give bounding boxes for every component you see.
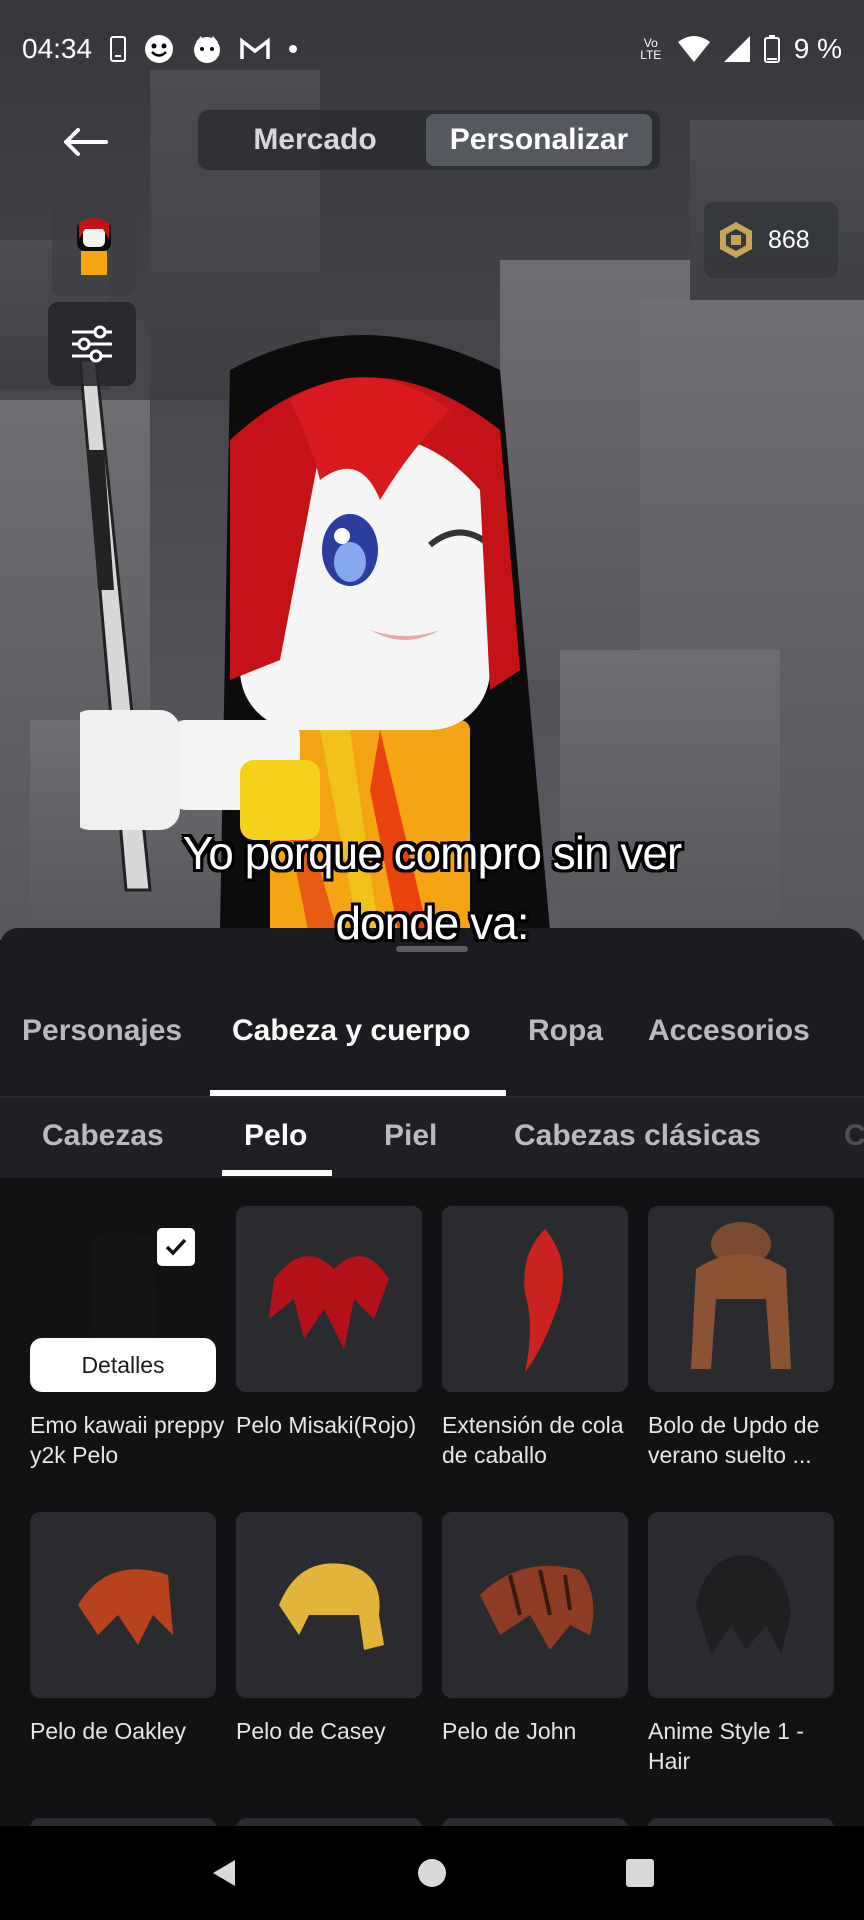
- tab-cabeza-y-cuerpo[interactable]: Cabeza y cuerpo: [232, 1014, 470, 1048]
- filter-button[interactable]: [48, 302, 136, 386]
- item-card[interactable]: [30, 1512, 216, 1698]
- system-nav-bar: [0, 1826, 864, 1920]
- sliders-icon: [72, 325, 112, 363]
- tab-accesorios[interactable]: Accesorios: [648, 1014, 810, 1048]
- hair-thumbnail: [691, 1222, 791, 1369]
- subtab-cabezas[interactable]: Cabezas: [42, 1119, 164, 1153]
- wifi-icon: [677, 36, 710, 62]
- hair-thumbnail: [279, 1563, 384, 1650]
- hair-thumbnail: [480, 1565, 594, 1650]
- avatar-thumbnail[interactable]: [52, 200, 136, 296]
- item-card[interactable]: [236, 1512, 422, 1698]
- hair-thumbnail: [269, 1256, 389, 1349]
- dot-icon: [288, 44, 298, 54]
- recents-square-icon[interactable]: [623, 1856, 657, 1890]
- avatar-thumbnail-icon: [77, 218, 111, 275]
- hair-thumbnail: [524, 1229, 563, 1372]
- gmail-icon: [240, 37, 270, 61]
- item-name: Emo kawaii preppy y2k Pelo: [30, 1412, 225, 1468]
- selected-checkbox[interactable]: [157, 1228, 195, 1266]
- subtab-piel[interactable]: Piel: [384, 1119, 437, 1153]
- item-card[interactable]: [442, 1206, 628, 1392]
- item-name: Pelo de Casey: [236, 1718, 386, 1744]
- details-button[interactable]: Detalles: [30, 1338, 216, 1392]
- item-name: Pelo de John: [442, 1718, 577, 1744]
- subtab-cabezas-clasicas[interactable]: Cabezas clásicas: [514, 1119, 761, 1153]
- battery-icon: [763, 35, 780, 63]
- tab-personajes[interactable]: Personajes: [22, 1014, 182, 1048]
- robux-balance[interactable]: 868: [704, 202, 838, 278]
- tab-mercado[interactable]: Mercado: [204, 114, 426, 166]
- caption-line-1: Yo porque compro sin ver: [182, 827, 683, 879]
- video-caption: Yo porque compro sin ver donde va:: [0, 818, 864, 958]
- item-card[interactable]: [648, 1206, 834, 1392]
- tab-ropa[interactable]: Ropa: [528, 1014, 603, 1048]
- home-circle-icon[interactable]: [415, 1856, 449, 1890]
- item-name: Anime Style 1 - Hair: [648, 1718, 804, 1774]
- status-bar: 04:34 Vo LTE 9 %: [0, 0, 864, 98]
- cat-icon: [192, 34, 222, 64]
- back-triangle-icon[interactable]: [207, 1856, 241, 1890]
- volte-label: Vo LTE: [640, 36, 662, 62]
- item-name: Pelo Misaki(Rojo): [236, 1412, 417, 1438]
- signal-icon: [723, 36, 750, 62]
- item-card[interactable]: [648, 1512, 834, 1698]
- robux-icon: [720, 222, 752, 258]
- smiley-icon: [144, 34, 174, 64]
- battery-level: 9 %: [793, 33, 842, 64]
- item-name: Bolo de Updo de verano suelto ...: [648, 1412, 820, 1468]
- caption-line-2: donde va:: [335, 897, 529, 949]
- hair-thumbnail: [696, 1555, 791, 1655]
- item-name: Pelo de Oakley: [30, 1718, 186, 1744]
- checkmark-icon: [165, 1238, 187, 1256]
- status-time: 04:34: [22, 33, 93, 64]
- phone-icon: [110, 36, 127, 62]
- mode-switcher: Mercado Personalizar: [198, 110, 660, 170]
- item-name: Extensión de cola de caballo: [442, 1412, 624, 1468]
- item-card[interactable]: [442, 1512, 628, 1698]
- tab-personalizar[interactable]: Personalizar: [426, 114, 652, 166]
- subtab-pelo[interactable]: Pelo: [244, 1119, 307, 1153]
- arrow-left-icon: [64, 128, 108, 156]
- item-card[interactable]: [236, 1206, 422, 1392]
- robux-amount: 868: [768, 225, 810, 254]
- active-subtab-indicator: [222, 1170, 332, 1176]
- subtab-overflow[interactable]: C: [844, 1119, 864, 1153]
- hair-thumbnail: [78, 1569, 173, 1645]
- back-button[interactable]: [50, 112, 120, 172]
